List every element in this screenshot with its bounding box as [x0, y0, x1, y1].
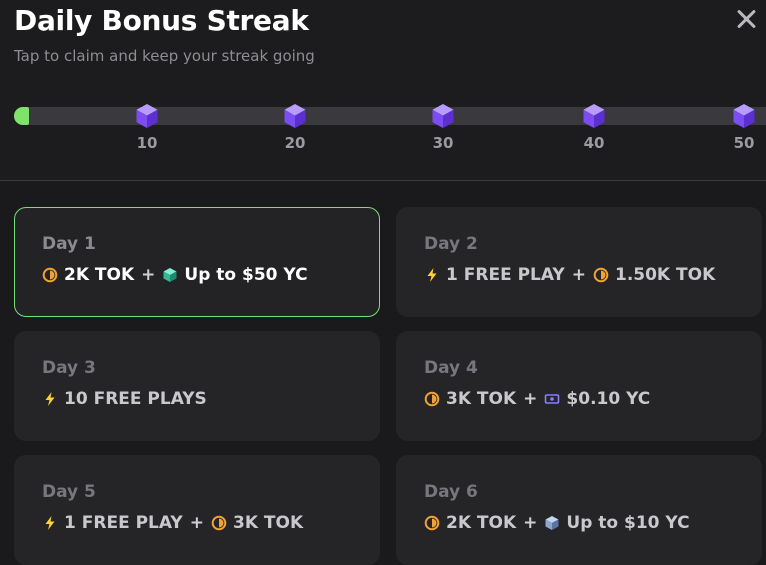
modal-subtitle: Tap to claim and keep your streak going [14, 47, 315, 65]
day-label: Day 6 [424, 482, 478, 502]
reward-text: 3K TOK [446, 389, 517, 409]
reward-line: 10 FREE PLAYS [42, 389, 207, 409]
plus-separator: + [189, 513, 204, 533]
day-card-4[interactable]: Day 4 3K TOK + $0.10 YC [396, 331, 762, 441]
day-card-5[interactable]: Day 5 1 FREE PLAY +3K TOK [14, 455, 380, 565]
day-card-2[interactable]: Day 2 1 FREE PLAY +1.50K TOK [396, 207, 762, 317]
reward-text: 2K TOK [446, 513, 517, 533]
reward-text: $0.10 YC [566, 389, 651, 409]
lightning-icon [42, 391, 58, 407]
reward-line: 2K TOK + Up to $50 YC [42, 265, 308, 285]
plus-separator: + [141, 265, 156, 285]
day-card-6[interactable]: Day 6 2K TOK + Up to $10 YC [396, 455, 762, 565]
milestone-cube-icon [283, 103, 307, 129]
reward-line: 1 FREE PLAY +1.50K TOK [424, 265, 715, 285]
tok-coin-icon [424, 515, 440, 531]
reward-text: Up to $10 YC [566, 513, 690, 533]
milestone-label: 30 [432, 134, 454, 152]
plus-separator: + [523, 389, 538, 409]
day-label: Day 3 [42, 358, 96, 378]
reward-text: 10 FREE PLAYS [64, 389, 207, 409]
lightning-icon [42, 515, 58, 531]
day-label: Day 4 [424, 358, 478, 378]
milestone-label: 50 [733, 134, 755, 152]
milestone-label: 10 [136, 134, 158, 152]
day-label: Day 1 [42, 234, 96, 254]
cash-icon [544, 391, 560, 407]
tok-coin-icon [424, 391, 440, 407]
day-card-1[interactable]: Day 1 2K TOK + Up to $50 YC [14, 207, 380, 317]
tok-coin-icon [593, 267, 609, 283]
reward-text: 2K TOK [64, 265, 135, 285]
reward-text: Up to $50 YC [184, 265, 308, 285]
milestone-label: 20 [284, 134, 306, 152]
reward-text: 1.50K TOK [614, 265, 716, 285]
reward-text: 1 FREE PLAY [446, 265, 565, 285]
day-card-3[interactable]: Day 3 10 FREE PLAYS [14, 331, 380, 441]
plus-separator: + [523, 513, 538, 533]
reward-text: 3K TOK [232, 513, 304, 533]
plus-separator: + [571, 265, 586, 285]
milestone-label: 40 [583, 134, 605, 152]
lightning-icon [424, 267, 440, 283]
day-label: Day 5 [42, 482, 96, 502]
modal-title: Daily Bonus Streak [14, 4, 309, 37]
milestone-cube-icon [431, 103, 455, 129]
reward-text: 1 FREE PLAY [64, 513, 183, 533]
tok-coin-icon [42, 267, 58, 283]
streak-progress-track [14, 107, 766, 125]
milestone-cube-icon [732, 103, 756, 129]
day-label: Day 2 [424, 234, 478, 254]
tok-coin-icon [211, 515, 227, 531]
reward-line: 2K TOK + Up to $10 YC [424, 513, 690, 533]
blue-cube-icon [544, 515, 560, 531]
milestone-cube-icon [582, 103, 606, 129]
milestone-cube-icon [135, 103, 159, 129]
close-icon[interactable] [733, 6, 759, 32]
reward-line: 3K TOK + $0.10 YC [424, 389, 650, 409]
teal-cube-icon [162, 267, 178, 283]
streak-progress-fill [14, 107, 29, 125]
modal-header: Daily Bonus Streak Tap to claim and keep… [0, 0, 766, 181]
reward-line: 1 FREE PLAY +3K TOK [42, 513, 303, 533]
